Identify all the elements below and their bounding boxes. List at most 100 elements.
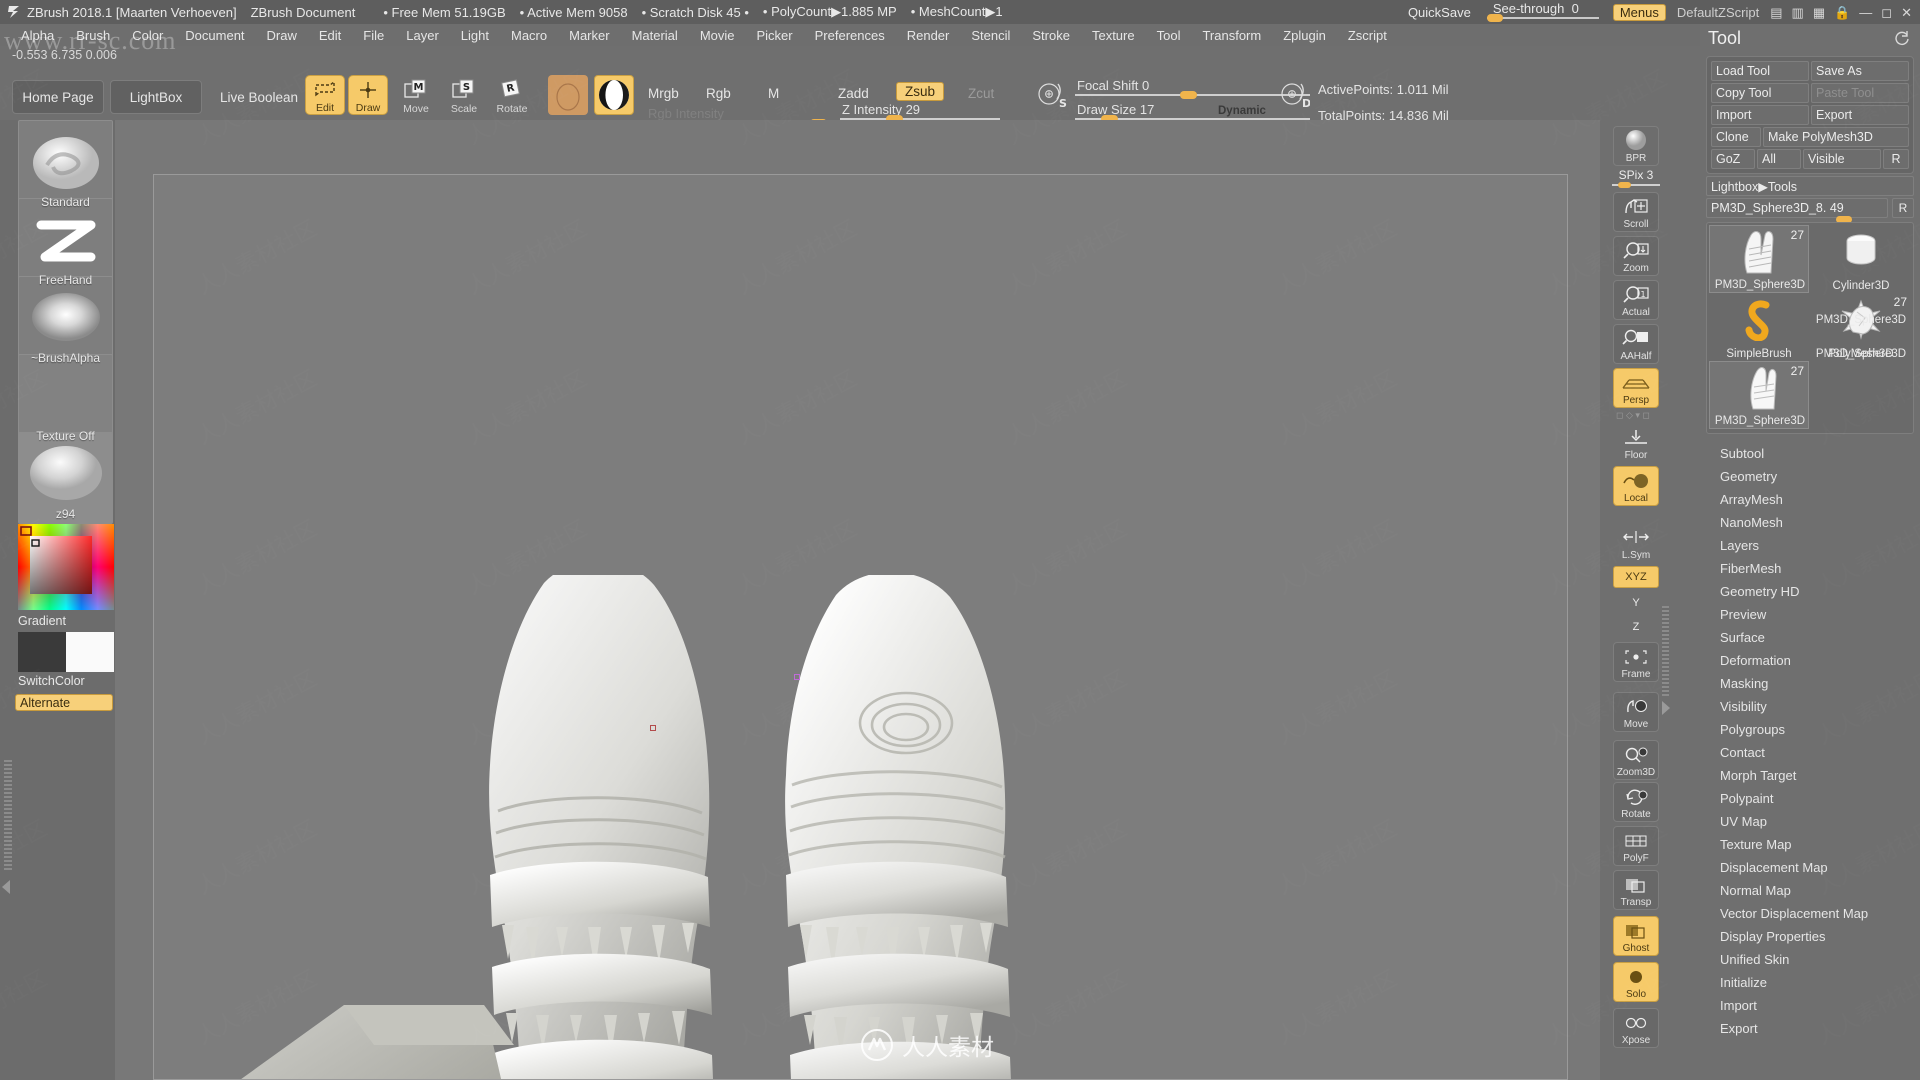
zoom-3d-button[interactable]: Zoom3D — [1613, 740, 1659, 780]
tool-section-normal-map[interactable]: Normal Map — [1700, 879, 1920, 902]
alpha-swatch[interactable]: ~BrushAlpha — [18, 276, 113, 368]
menu-item-movie[interactable]: Movie — [689, 27, 746, 44]
menu-item-transform[interactable]: Transform — [1191, 27, 1272, 44]
tool-section-preview[interactable]: Preview — [1700, 603, 1920, 626]
primary-color-swatch[interactable] — [18, 632, 66, 672]
tool-section-import[interactable]: Import — [1700, 994, 1920, 1017]
lightbox-tools-button[interactable]: Lightbox▶Tools — [1706, 176, 1914, 196]
z-axis-toggle[interactable]: Z — [1613, 616, 1659, 638]
menu-item-tool[interactable]: Tool — [1146, 27, 1192, 44]
ghost-button[interactable]: Ghost — [1613, 916, 1659, 956]
zoom-button[interactable]: Zoom — [1613, 236, 1659, 276]
current-material-button[interactable] — [594, 75, 634, 115]
menu-item-alpha[interactable]: Alpha — [10, 27, 65, 44]
menu-item-render[interactable]: Render — [896, 27, 961, 44]
tool-section-geometry-hd[interactable]: Geometry HD — [1700, 580, 1920, 603]
material-preview-button[interactable] — [548, 75, 588, 115]
minimize-button[interactable]: — — [1859, 6, 1872, 19]
live-boolean-button[interactable]: Live Boolean — [208, 80, 310, 114]
tool-section-uv-map[interactable]: UV Map — [1700, 810, 1920, 833]
mrgb-button[interactable]: Mrgb — [648, 84, 679, 102]
tool-thumb-pm3d-sphere3d-2[interactable]: 27 PM3D_Sphere3D — [1709, 361, 1809, 429]
menu-item-file[interactable]: File — [352, 27, 395, 44]
paste-tool-button[interactable]: Paste Tool — [1811, 83, 1909, 103]
menu-item-picker[interactable]: Picker — [746, 27, 804, 44]
menu-item-stroke[interactable]: Stroke — [1021, 27, 1081, 44]
lock-icon[interactable]: 🔒 — [1834, 6, 1850, 19]
tool-section-displacement-map[interactable]: Displacement Map — [1700, 856, 1920, 879]
zsub-button[interactable]: Zsub — [896, 82, 945, 101]
local-symmetry-button[interactable]: L.Sym — [1613, 522, 1659, 562]
tool-section-geometry[interactable]: Geometry — [1700, 465, 1920, 488]
menu-item-preferences[interactable]: Preferences — [804, 27, 896, 44]
menu-item-draw[interactable]: Draw — [256, 27, 308, 44]
menu-item-material[interactable]: Material — [621, 27, 689, 44]
switch-color-button[interactable]: SwitchColor — [18, 674, 85, 688]
sculpt-model[interactable] — [214, 575, 1114, 1080]
bpr-render-button[interactable]: BPR — [1613, 126, 1659, 166]
transparency-button[interactable]: Transp — [1613, 870, 1659, 910]
menu-item-zplugin[interactable]: Zplugin — [1272, 27, 1337, 44]
edit-mode-button[interactable]: Edit — [305, 75, 345, 115]
grid-icon-3[interactable]: ▦ — [1813, 6, 1825, 19]
default-zscript-label[interactable]: DefaultZScript — [1671, 4, 1765, 21]
tool-section-polypaint[interactable]: Polypaint — [1700, 787, 1920, 810]
menu-item-brush[interactable]: Brush — [65, 27, 121, 44]
menu-item-document[interactable]: Document — [174, 27, 255, 44]
menu-item-color[interactable]: Color — [121, 27, 174, 44]
move-3d-button[interactable]: Move — [1613, 692, 1659, 732]
visible-button[interactable]: Visible — [1803, 149, 1881, 169]
y-axis-toggle[interactable]: Y — [1613, 592, 1659, 614]
menu-item-light[interactable]: Light — [450, 27, 500, 44]
menu-item-zscript[interactable]: Zscript — [1337, 27, 1398, 44]
tool-section-morph-target[interactable]: Morph Target — [1700, 764, 1920, 787]
draw-mode-button[interactable]: Draw — [348, 75, 388, 115]
scale-mode-button[interactable]: S Scale — [444, 75, 484, 115]
menu-item-stencil[interactable]: Stencil — [960, 27, 1021, 44]
scroll-button[interactable]: Scroll — [1613, 192, 1659, 232]
move-mode-button[interactable]: M Move — [396, 75, 436, 115]
rgb-button[interactable]: Rgb — [706, 84, 731, 102]
color-picker[interactable] — [18, 524, 114, 610]
clone-button[interactable]: Clone — [1711, 127, 1761, 147]
perspective-button[interactable]: Persp — [1613, 368, 1659, 408]
tool-section-fibermesh[interactable]: FiberMesh — [1700, 557, 1920, 580]
left-tray-scroll-handle[interactable] — [4, 760, 12, 870]
tool-section-contact[interactable]: Contact — [1700, 741, 1920, 764]
r-button[interactable]: R — [1883, 149, 1909, 169]
focal-shift-dial[interactable]: S — [1035, 79, 1067, 110]
spix-knob[interactable] — [1618, 182, 1631, 188]
current-tool-name[interactable]: PM3D_Sphere3D_8. 49 — [1706, 198, 1888, 218]
tool-section-texture-map[interactable]: Texture Map — [1700, 833, 1920, 856]
menu-item-macro[interactable]: Macro — [500, 27, 558, 44]
export-button[interactable]: Export — [1811, 105, 1909, 125]
tool-section-nanomesh[interactable]: NanoMesh — [1700, 511, 1920, 534]
left-tray-expand-arrow[interactable] — [2, 880, 10, 894]
draw-size-dial[interactable]: D — [1278, 79, 1311, 110]
see-through-slider[interactable]: See-through 0 — [1485, 0, 1605, 24]
tool-section-initialize[interactable]: Initialize — [1700, 971, 1920, 994]
aahalf-button[interactable]: AAHalf — [1613, 324, 1659, 364]
tool-section-layers[interactable]: Layers — [1700, 534, 1920, 557]
right-shelf-scroll-handle[interactable] — [1662, 606, 1669, 696]
stroke-swatch[interactable]: FreeHand — [18, 198, 113, 290]
menu-item-marker[interactable]: Marker — [558, 27, 620, 44]
zadd-button[interactable]: Zadd — [838, 84, 869, 102]
grid-icon-2[interactable]: ▥ — [1792, 6, 1804, 19]
menu-item-edit[interactable]: Edit — [308, 27, 352, 44]
canvas-area[interactable] — [115, 120, 1600, 1080]
document-viewport[interactable] — [153, 174, 1568, 1080]
spix-slider[interactable]: SPix 3 — [1610, 168, 1662, 188]
tool-section-arraymesh[interactable]: ArrayMesh — [1700, 488, 1920, 511]
tool-section-polygroups[interactable]: Polygroups — [1700, 718, 1920, 741]
zcut-button[interactable]: Zcut — [968, 84, 994, 102]
brush-swatch[interactable]: Standard — [18, 120, 113, 212]
solo-button[interactable]: Solo — [1613, 962, 1659, 1002]
local-button[interactable]: Local — [1613, 466, 1659, 506]
tool-section-surface[interactable]: Surface — [1700, 626, 1920, 649]
polyframe-button[interactable]: PolyF — [1613, 826, 1659, 866]
quicksave-button[interactable]: QuickSave — [1408, 5, 1471, 20]
tool-thumb-pm3d-sphere3d-3[interactable]: PM3D_Sphere3D — [1811, 259, 1911, 327]
right-shelf-expand-arrow[interactable] — [1662, 701, 1670, 715]
menu-item-texture[interactable]: Texture — [1081, 27, 1146, 44]
